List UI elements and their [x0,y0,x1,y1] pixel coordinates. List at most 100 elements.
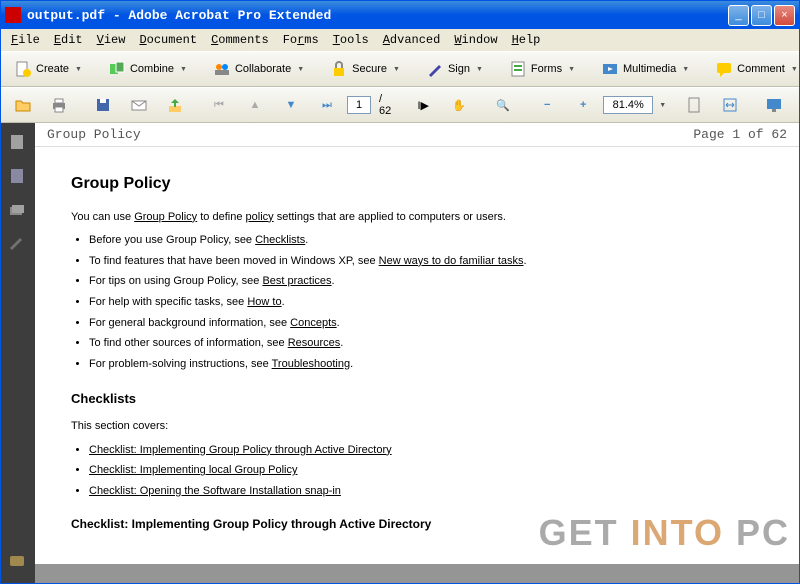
menu-file[interactable]: File [5,31,46,49]
secure-label: Secure [352,63,387,75]
window-controls: _ □ × [728,5,795,26]
hand-icon: ✋ [450,96,468,114]
create-button[interactable]: Create ▼ [7,56,89,82]
open-button[interactable] [7,92,39,118]
mail-icon [130,96,148,114]
chevron-down-icon: ▼ [791,66,798,73]
doc-link[interactable]: Checklist: Implementing local Group Poli… [89,464,297,476]
combine-button[interactable]: Combine ▼ [101,56,194,82]
comments-panel-button[interactable] [8,553,28,573]
list-item: Before you use Group Policy, see Checkli… [89,232,763,250]
hand-tool-button[interactable]: ✋ [443,92,475,118]
checklists-heading: Checklists [71,389,763,410]
comment-icon [715,60,733,78]
menu-window[interactable]: Window [448,31,503,49]
menu-advanced[interactable]: Advanced [377,31,447,49]
fit-width-button[interactable] [714,92,746,118]
chevron-down-icon: ▼ [568,66,575,73]
menu-view[interactable]: View [91,31,132,49]
doc-link[interactable]: Checklist: Opening the Software Installa… [89,485,341,497]
titlebar-text: output.pdf - Adobe Acrobat Pro Extended [27,8,728,23]
layers-panel-button[interactable] [8,201,28,221]
doc-header: Group Policy Page 1 of 62 [35,123,799,147]
collaborate-button[interactable]: Collaborate ▼ [206,56,311,82]
zoom-out-button[interactable]: − [531,92,563,118]
doc-link[interactable]: Resources [288,337,341,349]
fullscreen-button[interactable] [758,92,790,118]
text-select-button[interactable]: I▶ [407,92,439,118]
intro-bullet-list: Before you use Group Policy, see Checkli… [89,232,763,373]
last-page-button[interactable]: ⏭ [311,92,343,118]
menu-tools[interactable]: Tools [327,31,375,49]
upload-button[interactable] [159,92,191,118]
next-page-button[interactable]: ▼ [275,92,307,118]
zoom-select-icon: 🔍 [494,96,512,114]
menu-help[interactable]: Help [506,31,547,49]
app-icon [5,7,21,23]
email-button[interactable] [123,92,155,118]
intro-paragraph: You can use Group Policy to define polic… [71,209,763,227]
link-group-policy[interactable]: Group Policy [134,211,197,223]
list-item: To find features that have been moved in… [89,253,763,271]
multimedia-label: Multimedia [623,63,676,75]
save-button[interactable] [87,92,119,118]
sign-button[interactable]: Sign ▼ [419,56,490,82]
minimize-button[interactable]: _ [728,5,749,26]
doc-link[interactable]: New ways to do familiar tasks [379,255,524,267]
doc-link[interactable]: Best practices [262,275,331,287]
doc-link[interactable]: Concepts [290,317,336,329]
folder-icon [14,96,32,114]
doc-link[interactable]: Checklist: Implementing Group Policy thr… [89,444,392,456]
forms-label: Forms [531,63,562,75]
menu-forms[interactable]: Forms [277,31,325,49]
combine-icon [108,60,126,78]
print-button[interactable] [43,92,75,118]
signatures-panel-button[interactable] [8,235,28,255]
chevron-down-icon: ▼ [393,66,400,73]
document-view[interactable]: Group Policy Page 1 of 62 Group Policy Y… [35,123,799,583]
toolbar-secondary: ⏮ ▲ ▼ ⏭ / 62 I▶ ✋ 🔍 − + ▼ [1,87,799,123]
doc-link[interactable]: Troubleshooting [272,358,350,370]
doc-link[interactable]: How to [247,296,281,308]
menu-document[interactable]: Document [133,31,203,49]
comment-button[interactable]: Comment ▼ [708,56,800,82]
multimedia-button[interactable]: Multimedia ▼ [594,56,696,82]
doc-header-left: Group Policy [47,127,141,142]
titlebar[interactable]: output.pdf - Adobe Acrobat Pro Extended … [1,1,799,29]
list-item: For help with specific tasks, see How to… [89,294,763,312]
minus-icon: − [538,96,556,114]
secure-button[interactable]: Secure ▼ [323,56,407,82]
last-page-icon: ⏭ [318,96,336,114]
list-item: Checklist: Opening the Software Installa… [89,483,763,501]
maximize-button[interactable]: □ [751,5,772,26]
section-intro: This section covers: [71,418,763,436]
page-number-input[interactable] [347,96,371,114]
list-item: Checklist: Implementing local Group Poli… [89,462,763,480]
zoom-in-button[interactable]: + [567,92,599,118]
close-button[interactable]: × [774,5,795,26]
list-item: For problem-solving instructions, see Tr… [89,356,763,374]
first-page-button[interactable]: ⏮ [203,92,235,118]
pages-panel-button[interactable] [8,133,28,153]
comment-label: Comment [737,63,785,75]
chevron-down-icon[interactable]: ▼ [659,102,666,109]
bookmarks-panel-button[interactable] [8,167,28,187]
doc-link[interactable]: Checklists [255,234,305,246]
find-button[interactable] [794,92,800,118]
fit-page-icon [685,96,703,114]
combine-label: Combine [130,63,174,75]
marquee-zoom-button[interactable]: 🔍 [487,92,519,118]
multimedia-icon [601,60,619,78]
fit-page-button[interactable] [678,92,710,118]
create-label: Create [36,63,69,75]
forms-button[interactable]: Forms ▼ [502,56,582,82]
prev-page-button[interactable]: ▲ [239,92,271,118]
link-policy[interactable]: policy [246,211,274,223]
app-window: output.pdf - Adobe Acrobat Pro Extended … [0,0,800,584]
sign-label: Sign [448,63,470,75]
zoom-input[interactable] [603,96,653,114]
chevron-down-icon: ▼ [682,66,689,73]
menu-comments[interactable]: Comments [205,31,275,49]
menu-edit[interactable]: Edit [48,31,89,49]
menubar: File Edit View Document Comments Forms T… [1,29,799,51]
